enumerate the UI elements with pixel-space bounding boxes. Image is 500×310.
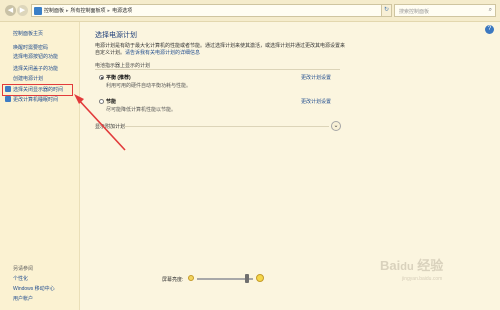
sidebar-footer-personalize[interactable]: 个性化 — [13, 275, 28, 282]
brightness-label: 屏幕亮度: — [162, 277, 184, 283]
description-link[interactable]: 请告诉我有关电源计划的详细信息 — [125, 50, 200, 56]
chevron-down-icon[interactable]: ⌄ — [331, 121, 341, 131]
baidu-watermark-url: jingyan.baidu.com — [402, 276, 443, 282]
see-also-heading: 另请参阅 — [13, 266, 34, 272]
plan-balanced-settings-link[interactable]: 更改计划设置 — [301, 74, 331, 81]
forward-arrow-icon[interactable]: ▶ — [17, 5, 28, 16]
sidebar-item-label: 更改计算机睡眠时间 — [13, 97, 59, 103]
brightness-low-icon — [188, 275, 194, 281]
shield-icon — [5, 96, 11, 102]
sidebar: 控制面板主页 唤醒时需要密码 选择电源按钮的功能 选择关闭盖子的功能 创建电源计… — [0, 22, 80, 310]
breadcrumb-power-options[interactable]: 电源选项 — [112, 7, 132, 14]
sidebar-item-lid-close[interactable]: 选择关闭盖子的功能 — [13, 65, 58, 72]
back-arrow-icon[interactable]: ◀ — [5, 5, 16, 16]
page-title: 选择电源计划 — [95, 32, 137, 39]
brightness-high-icon — [256, 274, 264, 282]
breadcrumb-control-panel[interactable]: 控制面板 — [44, 7, 64, 14]
annotation-highlight-box — [2, 84, 73, 96]
sidebar-item-power-button[interactable]: 选择电源按钮的功能 — [13, 53, 58, 60]
breadcrumb-separator: ▸ — [107, 7, 111, 14]
plan-balanced-name[interactable]: 平衡 (推荐) — [106, 74, 131, 81]
breadcrumb-separator: ▸ — [66, 7, 69, 14]
show-additional-plans[interactable]: 显示附加计划 — [95, 123, 125, 130]
sidebar-item-create-plan[interactable]: 创建电源计划 — [13, 75, 43, 82]
sidebar-home-link[interactable]: 控制面板主页 — [13, 30, 43, 37]
control-panel-icon — [34, 6, 42, 15]
search-input[interactable]: 搜索控制面板 ⌕ — [394, 4, 496, 17]
sidebar-item-sleep-time[interactable]: 更改计算机睡眠时间 — [5, 96, 58, 103]
page-description: 电源计划是有助于最大化计算机的性能或者节能。通过选择计划来使其激活，或选择计划并… — [95, 43, 345, 57]
plan-power-saver-desc: 尽可能降低计算机性能以节能。 — [106, 107, 177, 113]
breadcrumb-all-items[interactable]: 所有控制面板项 — [71, 7, 106, 14]
divider — [95, 69, 340, 70]
sidebar-footer-mobility-center[interactable]: Windows 移动中心 — [13, 285, 55, 292]
plan-power-saver-settings-link[interactable]: 更改计划设置 — [301, 98, 331, 105]
divider — [124, 126, 329, 127]
search-icon[interactable]: ⌕ — [489, 7, 492, 14]
baidu-watermark: Baidu 经验 — [380, 258, 444, 273]
section-label: 电池指示器上显示的计划 — [95, 63, 151, 69]
help-icon[interactable]: ? — [485, 25, 494, 34]
plan-power-saver-name[interactable]: 节能 — [106, 98, 116, 105]
plan-balanced-desc: 利用可用的硬件自动平衡功耗与性能。 — [106, 83, 192, 89]
plan-balanced-radio[interactable] — [99, 75, 104, 80]
control-panel-window: ◀ ▶ 控制面板 ▸ 所有控制面板项 ▸ 电源选项 ▾ ↻ 搜索控制面板 ⌕ 控… — [0, 0, 500, 310]
address-bar[interactable]: 控制面板 ▸ 所有控制面板项 ▸ 电源选项 ▾ — [31, 4, 388, 17]
search-placeholder: 搜索控制面板 — [399, 9, 430, 15]
refresh-icon[interactable]: ↻ — [381, 4, 392, 17]
brightness-slider-thumb[interactable] — [245, 274, 250, 283]
sidebar-item-wake-password[interactable]: 唤醒时需要密码 — [13, 44, 48, 51]
plan-power-saver-radio[interactable] — [99, 99, 104, 104]
sidebar-footer-user-accounts[interactable]: 用户帐户 — [13, 295, 33, 302]
address-toolbar: ◀ ▶ 控制面板 ▸ 所有控制面板项 ▸ 电源选项 ▾ ↻ 搜索控制面板 ⌕ — [0, 0, 500, 22]
